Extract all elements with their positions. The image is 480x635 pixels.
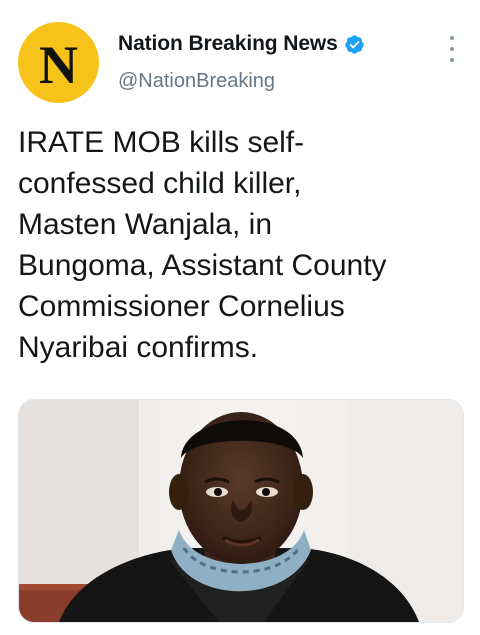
photo-person-portrait	[19, 400, 463, 622]
author-handle[interactable]: @NationBreaking	[118, 70, 275, 93]
tweet-text: IRATE MOB kills self- confessed child ki…	[18, 126, 387, 364]
avatar-logo-letter: N	[39, 34, 78, 95]
author-display-name[interactable]: Nation Breaking News	[118, 32, 338, 56]
tweet-photo[interactable]	[18, 399, 464, 623]
avatar[interactable]: N	[18, 22, 99, 103]
more-vertical-icon[interactable]	[448, 36, 456, 62]
verified-badge-icon	[344, 34, 365, 55]
author-name-row: Nation Breaking News	[118, 32, 365, 56]
tweet-card: N Nation Breaking News @NationBreaking I…	[0, 0, 480, 635]
